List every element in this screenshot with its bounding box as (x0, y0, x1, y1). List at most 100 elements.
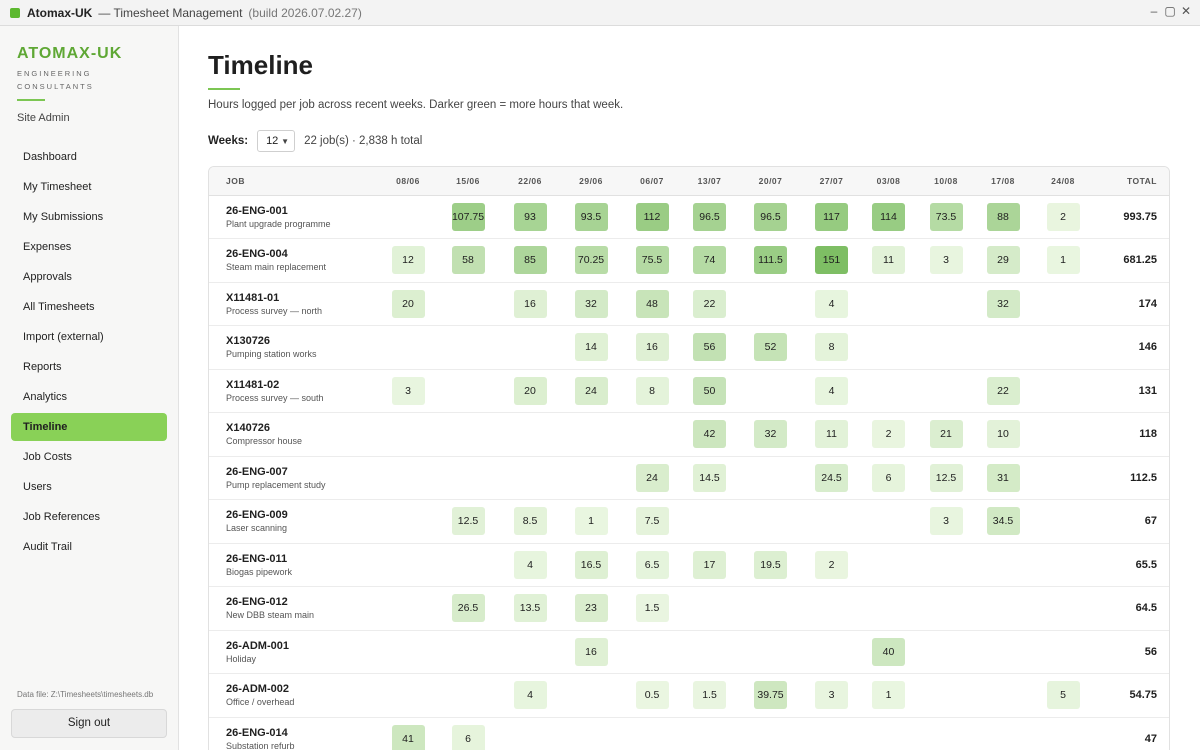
hours-value[interactable]: 24 (635, 463, 669, 492)
table-row[interactable]: 26-ADM-001 Holiday 16 40 56 (209, 630, 1169, 674)
hours-value[interactable]: 88 (986, 202, 1020, 231)
hours-value[interactable]: 31 (986, 463, 1020, 492)
hours-value[interactable]: 4 (513, 681, 547, 710)
column-header-job[interactable]: JOB (209, 167, 379, 196)
sidebar-item-analytics[interactable]: Analytics (11, 383, 167, 411)
column-header-week[interactable]: 27/07 (805, 167, 858, 196)
hours-value[interactable]: 39.75 (754, 681, 787, 710)
hours-value[interactable]: 73.5 (929, 202, 963, 231)
hours-value[interactable]: 3 (929, 507, 963, 536)
hours-value[interactable]: 17 (693, 550, 726, 579)
hours-value[interactable]: 20 (513, 376, 547, 405)
hours-value[interactable]: 151 (815, 246, 848, 275)
hours-value[interactable]: 6.5 (635, 550, 669, 579)
hours-value[interactable]: 111.5 (754, 246, 787, 275)
hours-value[interactable]: 10 (986, 420, 1020, 449)
hours-value[interactable]: 19.5 (754, 550, 787, 579)
column-header-week[interactable]: 13/07 (683, 167, 736, 196)
hours-value[interactable]: 52 (754, 333, 787, 362)
table-row[interactable]: 26-ADM-002 Office / overhead 4 0.5 1.5 39.75 3… (209, 673, 1169, 718)
hours-value[interactable]: 16.5 (574, 550, 608, 579)
column-header-week[interactable]: 22/06 (499, 167, 561, 196)
sidebar-item-users[interactable]: Users (11, 473, 167, 501)
hours-value[interactable]: 4 (815, 289, 848, 318)
table-row[interactable]: 26-ENG-007 Pump replacement study 24 14.5 24… (209, 456, 1169, 500)
sidebar-item-dashboard[interactable]: Dashboard (11, 143, 167, 171)
hours-value[interactable]: 4 (815, 376, 848, 405)
hours-value[interactable]: 20 (391, 289, 425, 318)
hours-value[interactable]: 112 (635, 202, 669, 231)
hours-value[interactable]: 5 (1046, 681, 1080, 710)
table-row[interactable]: 26-ENG-001 Plant upgrade programme 107.75 9… (209, 195, 1169, 239)
hours-value[interactable]: 34.5 (986, 507, 1020, 536)
maximize-icon[interactable]: ▢ (1164, 4, 1176, 18)
hours-value[interactable]: 8 (635, 376, 669, 405)
hours-value[interactable]: 4 (513, 550, 547, 579)
sidebar-item-my-submissions[interactable]: My Submissions (11, 203, 167, 231)
sidebar-item-import-external[interactable]: Import (external) (11, 323, 167, 351)
hours-value[interactable]: 93.5 (574, 202, 608, 231)
table-row[interactable]: X130726 Pumping station works 14 16 56 52 8 146 (209, 325, 1169, 370)
hours-value[interactable]: 21 (929, 420, 963, 449)
column-header-week[interactable]: 17/08 (973, 167, 1033, 196)
hours-value[interactable]: 22 (986, 376, 1020, 405)
hours-value[interactable]: 107.75 (451, 202, 485, 231)
hours-value[interactable]: 12 (391, 246, 425, 275)
hours-value[interactable]: 16 (635, 333, 669, 362)
column-header-week[interactable]: 08/06 (379, 167, 437, 196)
hours-value[interactable]: 2 (815, 550, 848, 579)
sidebar-item-my-timesheet[interactable]: My Timesheet (11, 173, 167, 201)
table-row[interactable]: 26-ENG-014 Substation refurb 41 6 47 (209, 717, 1169, 750)
sidebar-item-job-costs[interactable]: Job Costs (11, 443, 167, 471)
column-header-week[interactable]: 06/07 (621, 167, 683, 196)
hours-value[interactable]: 3 (929, 246, 963, 275)
hours-value[interactable]: 41 (391, 724, 425, 750)
table-row[interactable]: X11481-02 Process survey — south 3 20 24 8 50 4… (209, 369, 1169, 413)
hours-value[interactable]: 32 (754, 420, 787, 449)
column-header-week[interactable]: 15/06 (437, 167, 499, 196)
hours-value[interactable]: 96.5 (693, 202, 726, 231)
hours-value[interactable]: 16 (513, 289, 547, 318)
hours-value[interactable]: 48 (635, 289, 669, 318)
hours-value[interactable]: 6 (872, 463, 905, 492)
sidebar-item-reports[interactable]: Reports (11, 353, 167, 381)
sidebar-item-expenses[interactable]: Expenses (11, 233, 167, 261)
hours-value[interactable]: 50 (693, 376, 726, 405)
minimize-icon[interactable]: – (1148, 4, 1160, 18)
hours-value[interactable]: 32 (986, 289, 1020, 318)
table-row[interactable]: X11481-01 Process survey — north 20 16 32 48 2… (209, 282, 1169, 326)
column-header-week[interactable]: 03/08 (858, 167, 919, 196)
hours-value[interactable]: 29 (986, 246, 1020, 275)
hours-value[interactable]: 58 (451, 246, 485, 275)
hours-value[interactable]: 75.5 (635, 246, 669, 275)
column-header-week[interactable]: 10/08 (919, 167, 973, 196)
hours-value[interactable]: 3 (815, 681, 848, 710)
close-icon[interactable]: ✕ (1180, 4, 1192, 18)
hours-value[interactable]: 2 (872, 420, 905, 449)
hours-value[interactable]: 1.5 (635, 594, 669, 623)
hours-value[interactable]: 7.5 (635, 507, 669, 536)
hours-value[interactable]: 0.5 (635, 681, 669, 710)
column-header-total[interactable]: TOTAL (1093, 167, 1169, 196)
hours-value[interactable]: 117 (815, 202, 848, 231)
table-row[interactable]: 26-ENG-009 Laser scanning 12.5 8.5 1 7.5 3 34.5… (209, 499, 1169, 544)
column-header-week[interactable]: 24/08 (1033, 167, 1093, 196)
hours-value[interactable]: 1 (574, 507, 608, 536)
hours-value[interactable]: 2 (1046, 202, 1080, 231)
hours-value[interactable]: 22 (693, 289, 726, 318)
sidebar-item-all-timesheets[interactable]: All Timesheets (11, 293, 167, 321)
hours-value[interactable]: 24.5 (815, 463, 848, 492)
hours-value[interactable]: 13.5 (513, 594, 547, 623)
hours-value[interactable]: 114 (872, 202, 905, 231)
hours-value[interactable]: 93 (513, 202, 547, 231)
hours-value[interactable]: 14.5 (693, 463, 726, 492)
hours-value[interactable]: 1.5 (693, 681, 726, 710)
hours-value[interactable]: 1 (872, 681, 905, 710)
hours-value[interactable]: 8 (815, 333, 848, 362)
hours-value[interactable]: 6 (451, 724, 485, 750)
column-header-week[interactable]: 29/06 (561, 167, 621, 196)
sign-out-button[interactable]: Sign out (11, 709, 167, 738)
table-row[interactable]: 26-ENG-011 Biogas pipework 4 16.5 6.5 17 19.5 2… (209, 543, 1169, 587)
hours-value[interactable]: 26.5 (451, 594, 485, 623)
hours-value[interactable]: 96.5 (754, 202, 787, 231)
